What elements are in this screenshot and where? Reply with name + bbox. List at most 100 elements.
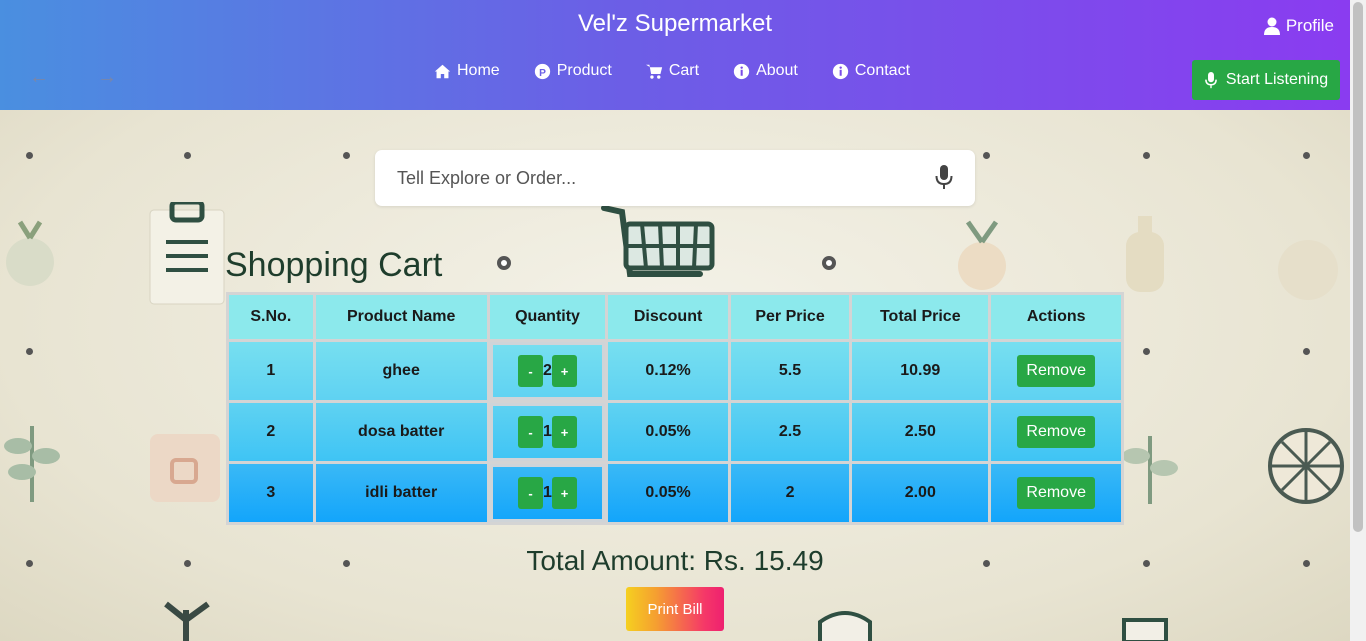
scrollbar[interactable] bbox=[1350, 0, 1366, 641]
svg-text:P: P bbox=[539, 67, 546, 78]
cell-total-price: 2.50 bbox=[852, 403, 989, 461]
vegetable-icon bbox=[958, 220, 1006, 290]
cell-total-price: 10.99 bbox=[852, 342, 989, 400]
decrease-quantity-button[interactable]: - bbox=[518, 355, 543, 387]
decrease-quantity-button[interactable]: - bbox=[518, 416, 543, 448]
cart-icon bbox=[645, 64, 662, 79]
decor-dot bbox=[1143, 152, 1150, 159]
table-row: 3 idli batter - 1 + 0.05% 2 2.00 Remove bbox=[229, 464, 1121, 522]
cell-sno: 2 bbox=[229, 403, 313, 461]
cell-quantity: - 1 + bbox=[489, 403, 606, 461]
cell-discount: 0.05% bbox=[608, 464, 728, 522]
column-header: S.No. bbox=[229, 295, 313, 339]
herb-icon bbox=[4, 426, 60, 502]
cell-actions: Remove bbox=[991, 342, 1121, 400]
nav-home-label: Home bbox=[457, 62, 500, 79]
decor-dot bbox=[1143, 348, 1150, 355]
profile-link[interactable]: Profile bbox=[1263, 16, 1334, 36]
forward-arrow-icon[interactable]: → bbox=[96, 66, 118, 89]
increase-quantity-button[interactable]: + bbox=[552, 477, 577, 509]
top-header: Vel'z Supermarket ← → Home P Product Car… bbox=[0, 0, 1350, 110]
decor-dot bbox=[1303, 348, 1310, 355]
decor-dot bbox=[343, 152, 350, 159]
decor-dot bbox=[983, 152, 990, 159]
cart-illustration-icon bbox=[601, 205, 715, 277]
clipboard-icon bbox=[1122, 618, 1168, 641]
quantity-value: 2 bbox=[543, 362, 552, 379]
column-header: Total Price bbox=[852, 295, 989, 339]
start-listening-button[interactable]: Start Listening bbox=[1192, 60, 1340, 100]
remove-button[interactable]: Remove bbox=[1017, 416, 1095, 448]
nav-contact[interactable]: Contact bbox=[832, 62, 910, 80]
main-nav: Home P Product Cart About Contact bbox=[434, 62, 910, 80]
cell-per-price: 5.5 bbox=[730, 342, 850, 400]
microphone-icon bbox=[1204, 71, 1217, 88]
nav-cart-label: Cart bbox=[668, 62, 700, 79]
decor-dot bbox=[822, 256, 836, 270]
info-icon bbox=[733, 63, 750, 79]
nav-product-label: Product bbox=[556, 62, 612, 79]
vegetable-icon bbox=[6, 220, 54, 286]
decor-dot bbox=[497, 256, 511, 270]
bottle-icon bbox=[1126, 216, 1164, 292]
column-header: Per Price bbox=[730, 295, 850, 339]
cell-actions: Remove bbox=[991, 464, 1121, 522]
cell-quantity: - 2 + bbox=[489, 342, 606, 400]
cell-actions: Remove bbox=[991, 403, 1121, 461]
cell-total-price: 2.00 bbox=[852, 464, 989, 522]
decor-dot bbox=[1303, 152, 1310, 159]
product-icon: P bbox=[534, 63, 550, 79]
nav-product[interactable]: P Product bbox=[534, 62, 612, 80]
cell-quantity: - 1 + bbox=[489, 464, 606, 522]
decor-dot bbox=[184, 152, 191, 159]
microphone-icon[interactable] bbox=[935, 165, 953, 191]
start-listening-label: Start Listening bbox=[1225, 71, 1329, 88]
table-row: 1 ghee - 2 + 0.12% 5.5 10.99 Remove bbox=[229, 342, 1121, 400]
increase-quantity-button[interactable]: + bbox=[552, 355, 577, 387]
scrollbar-thumb[interactable] bbox=[1353, 2, 1363, 532]
table-row: 2 dosa batter - 1 + 0.05% 2.5 2.50 Remov… bbox=[229, 403, 1121, 461]
cell-product-name: idli batter bbox=[315, 464, 487, 522]
search-bar bbox=[375, 150, 975, 206]
search-input[interactable] bbox=[397, 167, 935, 189]
vegetable-icon bbox=[1278, 240, 1338, 300]
column-header: Quantity bbox=[489, 295, 606, 339]
profile-label: Profile bbox=[1285, 16, 1334, 35]
cell-sno: 1 bbox=[229, 342, 313, 400]
info-icon bbox=[832, 63, 849, 79]
cell-product-name: dosa batter bbox=[315, 403, 487, 461]
cart-table: S.No. Product Name Quantity Discount Per… bbox=[226, 292, 1124, 525]
decor-dot bbox=[26, 348, 33, 355]
nav-home[interactable]: Home bbox=[434, 62, 500, 80]
cell-sno: 3 bbox=[229, 464, 313, 522]
quantity-stepper: - 1 + bbox=[489, 403, 606, 461]
print-bill-button[interactable]: Print Bill bbox=[626, 587, 724, 631]
increase-quantity-button[interactable]: + bbox=[552, 416, 577, 448]
total-amount: Total Amount: Rs. 15.49 bbox=[526, 545, 824, 576]
herb-icon bbox=[1122, 436, 1178, 504]
back-arrow-icon[interactable]: ← bbox=[28, 66, 50, 89]
column-header: Discount bbox=[608, 295, 728, 339]
decrease-quantity-button[interactable]: - bbox=[518, 477, 543, 509]
bag-icon bbox=[818, 611, 872, 641]
home-icon bbox=[434, 64, 451, 78]
remove-button[interactable]: Remove bbox=[1017, 355, 1095, 387]
cell-discount: 0.12% bbox=[608, 342, 728, 400]
orange-slice-icon bbox=[1268, 428, 1344, 504]
remove-button[interactable]: Remove bbox=[1017, 477, 1095, 509]
page-title: Shopping Cart bbox=[225, 246, 443, 284]
clipboard-icon bbox=[149, 202, 225, 305]
nav-about-label: About bbox=[756, 62, 798, 79]
quantity-stepper: - 1 + bbox=[489, 464, 606, 522]
history-nav: ← → bbox=[28, 66, 118, 89]
quantity-stepper: - 2 + bbox=[489, 342, 606, 400]
cell-per-price: 2.5 bbox=[730, 403, 850, 461]
table-header-row: S.No. Product Name Quantity Discount Per… bbox=[229, 295, 1121, 339]
bag-icon bbox=[150, 434, 220, 502]
cell-per-price: 2 bbox=[730, 464, 850, 522]
nav-about[interactable]: About bbox=[733, 62, 798, 80]
quantity-value: 1 bbox=[543, 484, 552, 501]
user-icon bbox=[1263, 17, 1280, 35]
plant-icon bbox=[164, 601, 210, 641]
nav-cart[interactable]: Cart bbox=[645, 62, 700, 80]
